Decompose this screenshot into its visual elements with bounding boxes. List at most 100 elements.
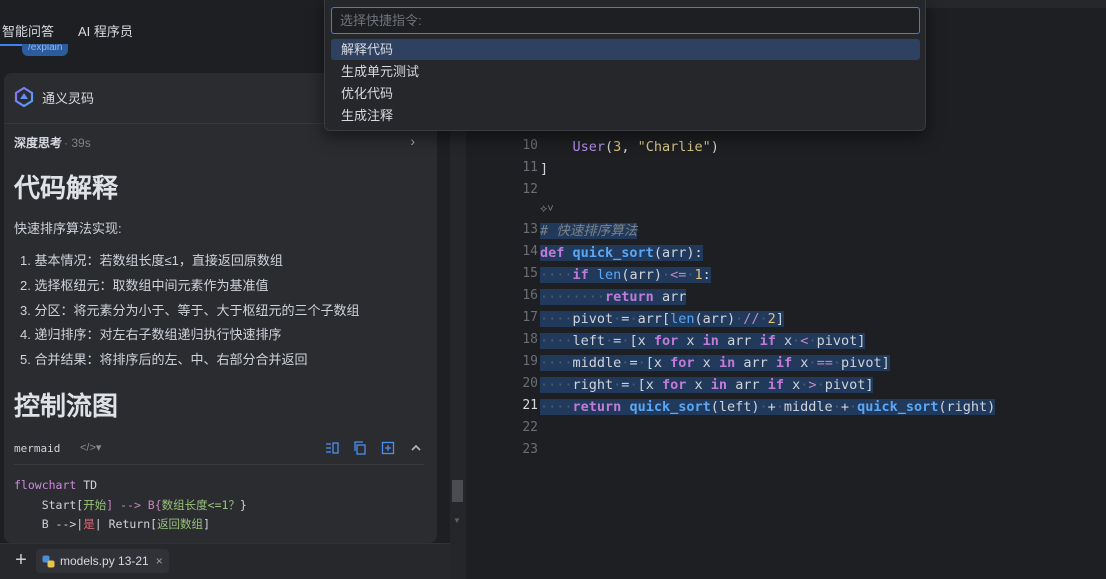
code-token: len [596, 267, 622, 283]
chevron-right-icon[interactable]: › [410, 133, 415, 149]
code-token: ] --> B{ [106, 497, 162, 512]
line-number: 16 [522, 288, 538, 303]
code-token: x [702, 355, 711, 371]
code-token: arr [735, 377, 760, 393]
add-context-button[interactable]: + [10, 550, 32, 572]
code-language-label: mermaid [14, 442, 61, 455]
command-item-comment[interactable]: 生成注释 [331, 105, 920, 126]
code-token: for [670, 355, 695, 371]
code-token: ] [540, 161, 549, 177]
code-token: if [775, 355, 793, 371]
line-number: 22 [522, 420, 538, 435]
code-token: + [767, 399, 776, 415]
code-token: pivot] [816, 333, 866, 349]
scrollbar-thumb[interactable] [452, 480, 463, 502]
list-item: 1. 基本情况：若数组长度≤1，直接返回原数组 [20, 253, 283, 268]
code-token: in [718, 355, 736, 371]
code-line-16: ········return arr [540, 289, 687, 305]
assistant-header: 通义灵码 [14, 87, 94, 107]
code-token: if [759, 333, 776, 349]
code-token: [x [629, 333, 646, 349]
code-token: 数组长度<=1？ [161, 497, 240, 512]
code-token: [x [637, 377, 654, 393]
code-token: for [661, 377, 687, 393]
copy-icon[interactable] [352, 440, 368, 456]
thinking-label: 深度思考 [14, 136, 63, 150]
code-token: | Return[ [94, 517, 158, 531]
code-token: : [702, 267, 711, 283]
command-item-unit-test[interactable]: 生成单元测试 [331, 61, 920, 82]
deep-thinking-toggle[interactable]: 深度思考 · 39s [14, 134, 91, 151]
python-file-icon [42, 555, 55, 567]
code-token: User [572, 139, 606, 155]
code-token: TD [76, 478, 98, 492]
line-number: 10 [522, 138, 538, 153]
code-token: > [808, 377, 817, 393]
code-block-header: mermaid </>▾ [14, 439, 424, 465]
code-token: in [710, 377, 728, 393]
command-item-optimize[interactable]: 优化代码 [331, 83, 920, 104]
line-number: 18 [522, 332, 538, 347]
code-token: x [784, 333, 793, 349]
code-token: ( [605, 139, 614, 155]
context-bar: + models.py 13-21 × [0, 543, 453, 579]
code-token: = [629, 355, 638, 371]
list-item: 5. 合并结果：将排序后的左、中、右部分合并返回 [20, 352, 308, 368]
line-number: 11 [522, 160, 538, 175]
file-context-chip[interactable]: models.py 13-21 × [36, 549, 169, 573]
tongyi-logo-icon [14, 87, 34, 107]
code-token: pivot] [824, 377, 874, 393]
line-number-current: 21 [522, 398, 538, 413]
tab-smart-qa[interactable]: 智能问答 [2, 21, 54, 40]
explain-command-tag: /explain [22, 44, 69, 56]
code-token: x [694, 377, 703, 393]
code-token: ) [710, 139, 719, 155]
code-token: == [816, 355, 833, 371]
line-number: 14 [522, 244, 538, 259]
code-token: for [653, 333, 679, 349]
code-token: [x [645, 355, 662, 371]
intro-text: 快速排序算法实现: [14, 221, 122, 236]
insert-code-icon[interactable] [324, 440, 340, 456]
code-token: middle [783, 399, 833, 415]
code-token: + [840, 399, 849, 415]
line-number: 17 [522, 310, 538, 325]
code-token: if [572, 267, 589, 283]
section-title-code-explain: 代码解释 [14, 173, 119, 203]
code-line-11: ] [540, 159, 548, 179]
assistant-response-card: 通义灵码 深度思考 · 39s › 代码解释 快速排序算法实现: 1. 基本情况：… [4, 73, 437, 543]
code-token: ] [203, 517, 210, 531]
command-item-explain[interactable]: 解释代码 [331, 39, 920, 60]
code-token: quick_sort [629, 399, 711, 415]
ai-fold-icon[interactable]: ⟡˅ [540, 203, 554, 216]
code-token: in [702, 333, 719, 349]
code-token: return [572, 399, 622, 415]
code-line-17: ····pivot·=·arr[len(arr)·//·2] [540, 311, 784, 327]
command-search-input[interactable] [331, 7, 920, 34]
code-line-15: ····if len(arr)·<=·1: [540, 267, 711, 283]
close-icon[interactable]: × [156, 554, 163, 568]
code-token: x [686, 333, 695, 349]
code-token: def [540, 245, 565, 261]
command-palette: 解释代码 生成单元测试 优化代码 生成注释 [324, 0, 926, 131]
code-token: 返回数组 [157, 517, 204, 531]
thinking-time: · 39s [64, 136, 91, 150]
new-file-icon[interactable] [380, 440, 396, 456]
scroll-down-arrow-icon[interactable]: ▼ [453, 516, 461, 525]
steps-list: 1. 基本情况：若数组长度≤1，直接返回原数组 2. 选择枢纽元：取数组中间元素… [20, 249, 359, 373]
code-token: 1 [694, 267, 703, 283]
tab-ai-programmer[interactable]: AI 程序员 [78, 21, 133, 40]
code-token: # 快速排序算法 [540, 223, 638, 239]
code-token: (right) [938, 399, 996, 415]
line-number: 20 [522, 376, 538, 391]
code-token: return [605, 289, 654, 305]
code-token: B -->| [14, 517, 84, 531]
code-format-dropdown[interactable]: </>▾ [80, 441, 101, 454]
code-line-14: def quick_sort(arr): [540, 243, 703, 263]
code-token: quick_sort [572, 245, 654, 261]
code-line-19: ····middle·=·[x for x in arr if x·==·piv… [540, 355, 890, 371]
code-token: (arr): [653, 245, 703, 261]
collapse-icon[interactable] [408, 440, 424, 456]
code-token: // [743, 311, 760, 327]
code-token: (arr) [621, 267, 662, 283]
